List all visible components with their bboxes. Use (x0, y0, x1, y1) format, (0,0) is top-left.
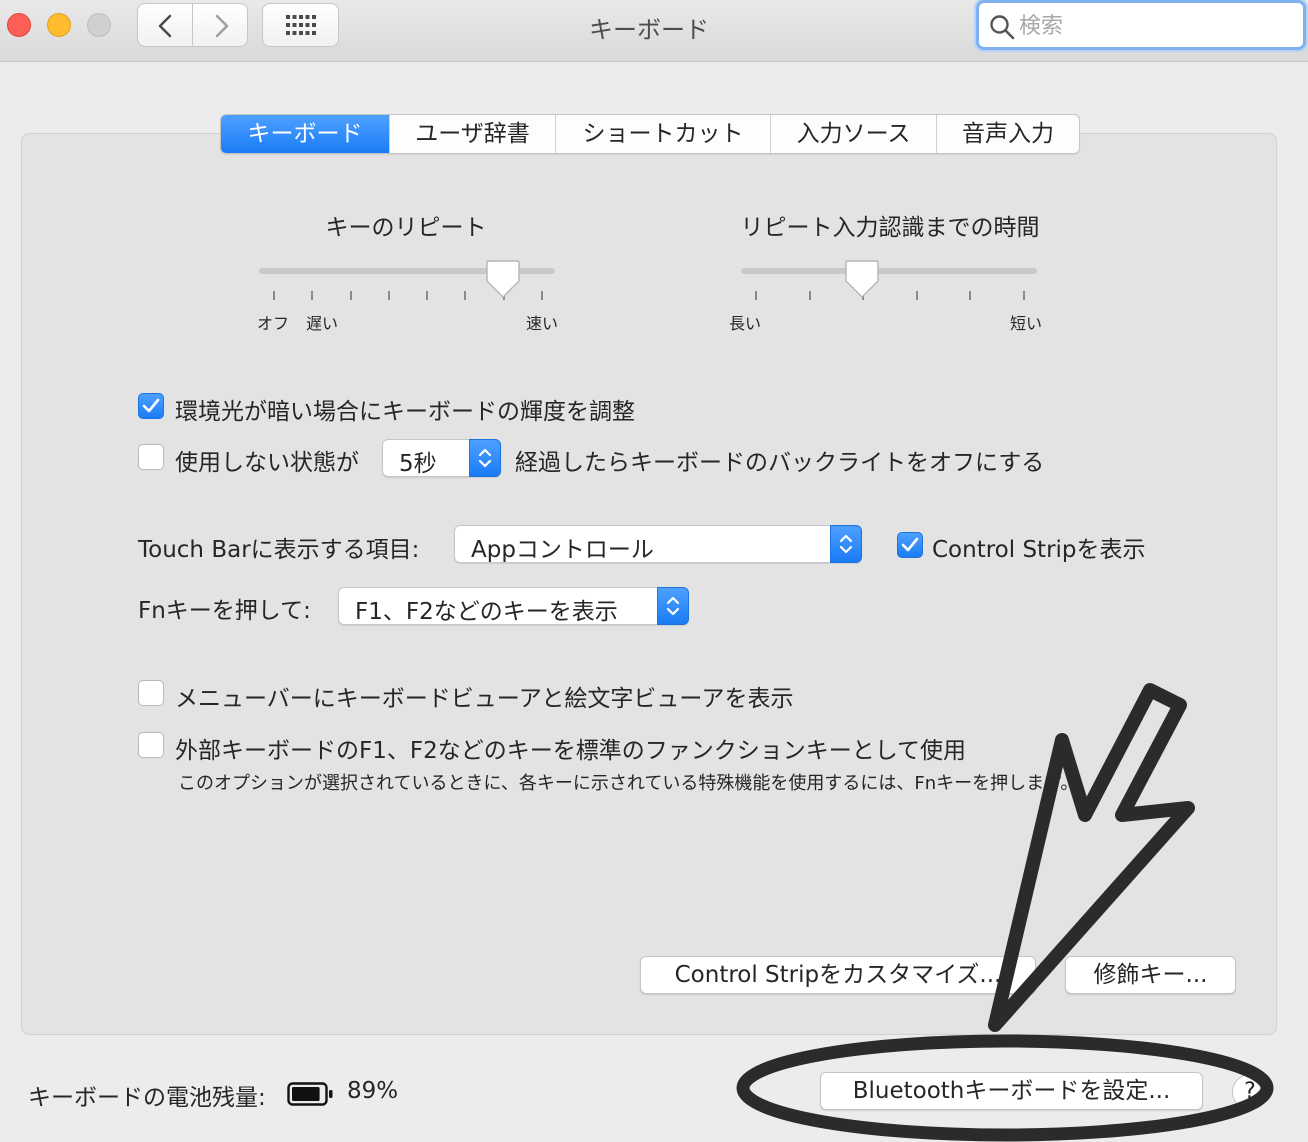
key-repeat-title: キーのリピート (325, 215, 487, 241)
fn-key-value: F1、F2などのキーを表示 (355, 599, 618, 625)
fn-key-label: Fnキーを押して: (138, 598, 311, 624)
repeat-delay-title: リピート入力認識までの時間 (740, 215, 1040, 241)
repeat-delay-slider-track[interactable] (741, 268, 1037, 274)
touchbar-popup[interactable]: Appコントロール (454, 525, 862, 563)
repeat-delay-label-short: 短い (1010, 314, 1043, 333)
up-down-chevrons-icon (839, 534, 853, 554)
slider-tick (311, 291, 314, 300)
menu-viewer-label: メニューバーにキーボードビューアと絵文字ビューアを表示 (175, 686, 794, 712)
slider-tick (541, 291, 543, 300)
key-repeat-slider-knob[interactable] (486, 259, 520, 299)
key-repeat-label-off: オフ (257, 314, 290, 333)
slider-tick (426, 291, 429, 300)
checkmark-icon (901, 537, 919, 552)
tab-keyboard[interactable]: キーボード (221, 115, 389, 153)
up-down-chevrons-icon (478, 448, 492, 468)
bluetooth-keyboard-setup-button[interactable]: Bluetoothキーボードを設定... (820, 1072, 1203, 1110)
tab-panel (21, 133, 1277, 1035)
battery-icon (287, 1082, 333, 1106)
backlight-off-label-after: 経過したらキーボードのバックライトをオフにする (515, 450, 1045, 476)
title-bar: キーボード (0, 0, 1308, 62)
backlight-timeout-popup[interactable]: 5秒 (382, 439, 501, 477)
up-down-chevrons-icon (666, 596, 680, 616)
popup-stepper (657, 587, 689, 625)
popup-stepper (830, 525, 862, 563)
key-repeat-label-fast: 速い (526, 314, 559, 333)
slider-tick (273, 291, 275, 300)
search-icon (990, 15, 1015, 40)
slider-tick (387, 291, 390, 300)
customize-control-strip-button[interactable]: Control Stripをカスタマイズ... (640, 956, 1036, 994)
tab-user-dictionary[interactable]: ユーザ辞書 (389, 115, 555, 153)
repeat-delay-label-long: 長い (729, 314, 762, 333)
standard-fn-note: このオプションが選択されているときに、各キーに示されている特殊機能を使用するには… (178, 773, 1079, 794)
slider-tick (464, 291, 467, 300)
backlight-off-checkbox[interactable] (138, 444, 164, 470)
help-button[interactable]: ? (1232, 1074, 1268, 1110)
control-strip-label: Control Stripを表示 (932, 537, 1146, 563)
repeat-delay-slider-knob[interactable] (845, 259, 879, 299)
touchbar-label: Touch Barに表示する項目: (138, 537, 420, 563)
battery-label: キーボードの電池残量: (28, 1085, 266, 1111)
popup-stepper (469, 439, 501, 477)
slider-tick (349, 291, 352, 300)
slider-tick (969, 291, 972, 300)
touchbar-value: Appコントロール (471, 537, 654, 563)
auto-brightness-label: 環境光が暗い場合にキーボードの輝度を調整 (175, 399, 635, 425)
tab-input-sources[interactable]: 入力ソース (770, 115, 936, 153)
slider-tick (808, 291, 811, 300)
fn-key-popup[interactable]: F1、F2などのキーを表示 (338, 587, 689, 625)
standard-fn-checkbox[interactable] (138, 732, 164, 758)
tab-bar: キーボード ユーザ辞書 ショートカット 入力ソース 音声入力 (220, 114, 1080, 154)
control-strip-checkbox[interactable] (897, 532, 923, 558)
backlight-off-label-before: 使用しない状態が (175, 450, 359, 476)
search-field[interactable] (976, 0, 1306, 50)
checkmark-icon (142, 398, 160, 413)
menu-viewer-checkbox[interactable] (138, 680, 164, 706)
standard-fn-label: 外部キーボードのF1、F2などのキーを標準のファンクションキーとして使用 (175, 738, 967, 764)
auto-brightness-checkbox[interactable] (138, 393, 164, 419)
backlight-timeout-value: 5秒 (399, 451, 437, 477)
slider-tick (915, 291, 918, 300)
slider-tick (1023, 291, 1025, 300)
tab-dictation[interactable]: 音声入力 (936, 115, 1079, 153)
slider-tick (755, 291, 757, 300)
tab-shortcuts[interactable]: ショートカット (555, 115, 770, 153)
key-repeat-label-slow: 遅い (306, 314, 339, 333)
modifier-keys-button[interactable]: 修飾キー... (1065, 956, 1236, 994)
battery-percent: 89% (347, 1078, 399, 1104)
search-input[interactable] (1019, 11, 1289, 41)
